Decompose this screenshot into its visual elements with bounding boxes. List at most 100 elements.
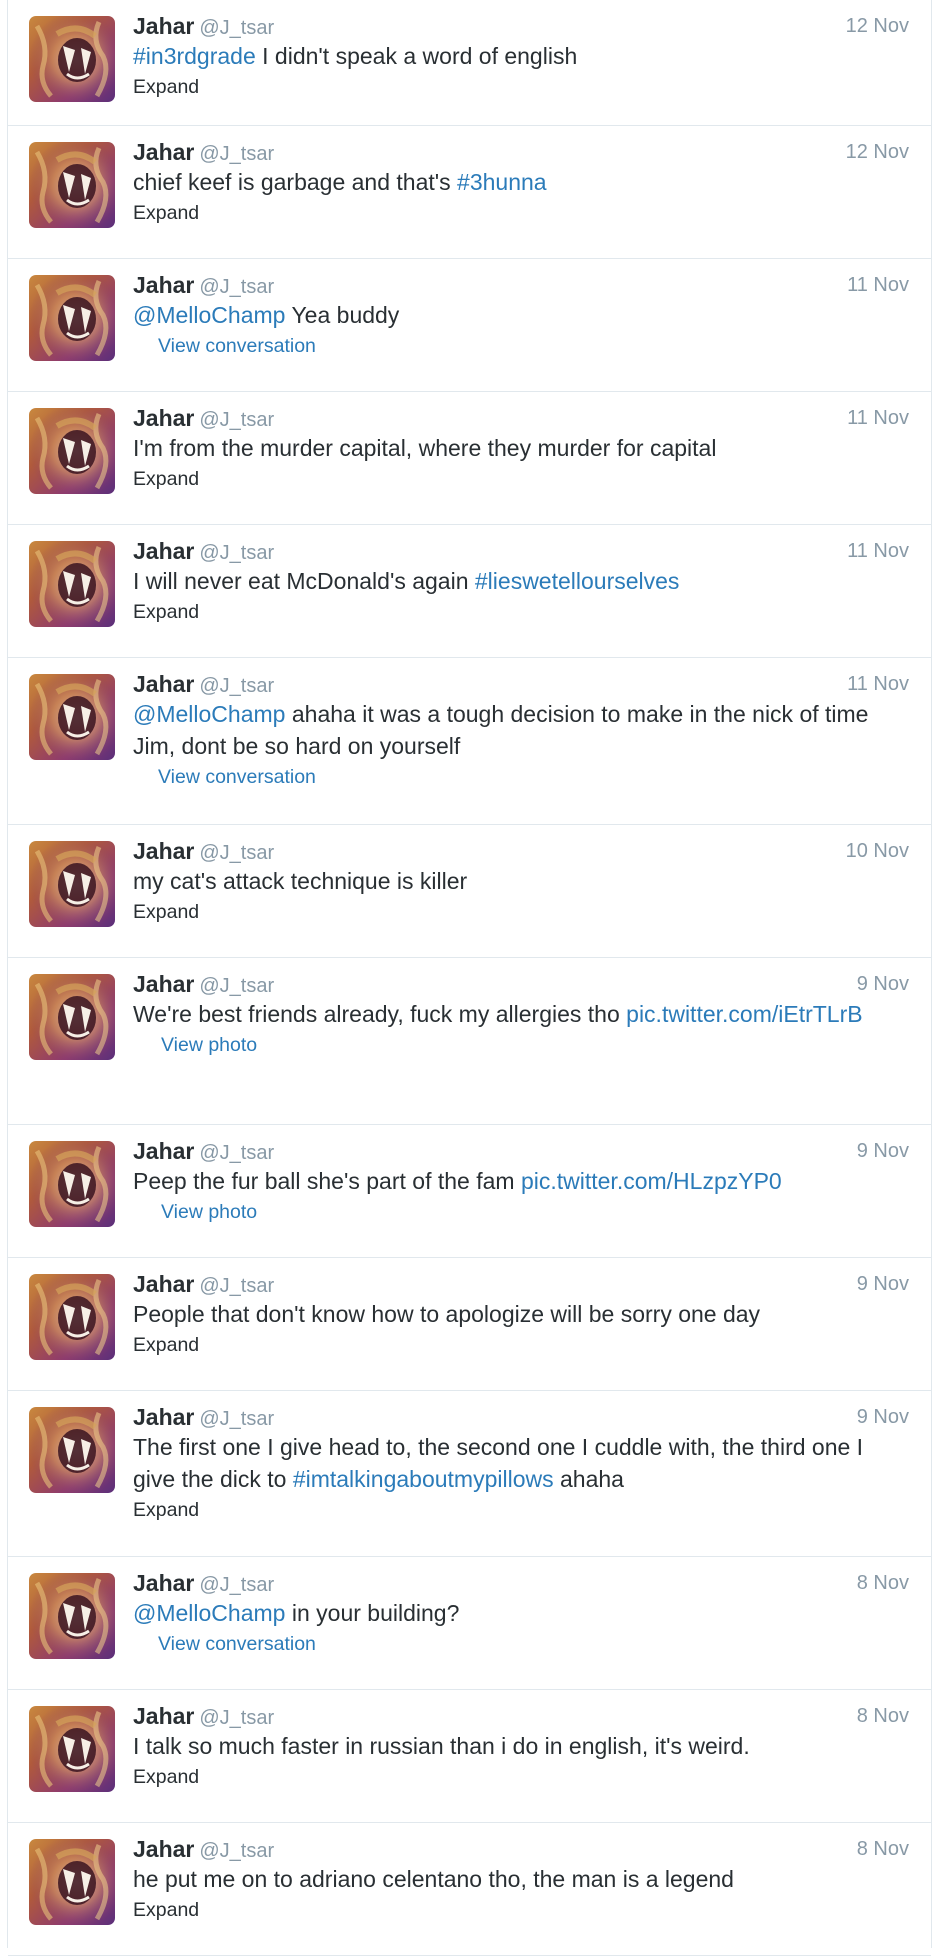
user-handle[interactable]: @J_tsar — [199, 1142, 274, 1164]
tweet-date[interactable]: 12 Nov — [846, 12, 909, 40]
tweet-date[interactable]: 9 Nov — [857, 1137, 909, 1165]
tweet-date[interactable]: 8 Nov — [857, 1569, 909, 1597]
expand-link[interactable]: Expand — [133, 897, 909, 927]
tweet-link[interactable]: #imtalkingaboutmypillows — [293, 1466, 554, 1492]
tweet-date[interactable]: 8 Nov — [857, 1835, 909, 1863]
expand-link[interactable]: Expand — [133, 198, 909, 228]
tweet-item[interactable]: Jahar @J_tsar 9 Nov The first one I give he… — [8, 1391, 931, 1557]
avatar[interactable] — [29, 1141, 115, 1227]
user-name[interactable]: Jahar — [133, 838, 194, 864]
tweet-item[interactable]: Jahar @J_tsar 11 Nov I'm from the murder ca… — [8, 392, 931, 525]
tweet-item[interactable]: Jahar @J_tsar 9 Nov Peep the fur ball she's… — [8, 1125, 931, 1258]
tweet-item[interactable]: Jahar @J_tsar 9 Nov People that don't know … — [8, 1258, 931, 1391]
tweet-date[interactable]: 9 Nov — [857, 1403, 909, 1431]
user-name[interactable]: Jahar — [133, 1703, 194, 1729]
tweet-date[interactable]: 11 Nov — [847, 537, 909, 565]
avatar[interactable] — [29, 1573, 115, 1659]
user-handle[interactable]: @J_tsar — [199, 143, 274, 165]
avatar[interactable] — [29, 142, 115, 228]
tweet-link[interactable]: #lieswetellourselves — [475, 568, 680, 594]
view-photo-link[interactable]: View photo — [133, 1197, 909, 1227]
avatar[interactable] — [29, 275, 115, 361]
user-handle[interactable]: @J_tsar — [199, 1408, 274, 1430]
avatar[interactable] — [29, 1274, 115, 1360]
avatar[interactable] — [29, 841, 115, 927]
expand-link[interactable]: Expand — [133, 72, 909, 102]
tweet-header: Jahar @J_tsar 9 Nov — [133, 970, 909, 998]
tweet-item[interactable]: Jahar @J_tsar 11 Nov @MelloChamp ahaha it w… — [8, 658, 931, 825]
expand-link[interactable]: Expand — [133, 464, 909, 494]
user-handle[interactable]: @J_tsar — [199, 842, 274, 864]
view-conversation-link[interactable]: View conversation — [133, 762, 909, 792]
user-handle[interactable]: @J_tsar — [199, 1707, 274, 1729]
user-name[interactable]: Jahar — [133, 1570, 194, 1596]
tweet-link[interactable]: pic.twitter.com/iEtrTLrB — [626, 1001, 862, 1027]
tweet-item[interactable]: Jahar @J_tsar 8 Nov @MelloChamp in your bui… — [8, 1557, 931, 1690]
view-conversation-link[interactable]: View conversation — [133, 331, 909, 361]
tweet-text-segment: I'm from the murder capital, where they … — [133, 435, 717, 461]
tweet-content: Jahar @J_tsar 8 Nov he put me on to adriano… — [133, 1835, 909, 1925]
user-handle[interactable]: @J_tsar — [199, 17, 274, 39]
user-name[interactable]: Jahar — [133, 1138, 194, 1164]
tweet-item[interactable]: Jahar @J_tsar 11 Nov @MelloChamp Yea buddy V… — [8, 259, 931, 392]
tweet-content: Jahar @J_tsar 11 Nov I will never eat McDon… — [133, 537, 909, 627]
expand-link[interactable]: Expand — [133, 1762, 909, 1792]
user-handle[interactable]: @J_tsar — [199, 542, 274, 564]
user-name[interactable]: Jahar — [133, 405, 194, 431]
user-handle[interactable]: @J_tsar — [199, 675, 274, 697]
tweet-date[interactable]: 9 Nov — [857, 1270, 909, 1298]
tweet-date[interactable]: 8 Nov — [857, 1702, 909, 1730]
tweet-link[interactable]: pic.twitter.com/HLzpzYP0 — [521, 1168, 782, 1194]
tweet-date[interactable]: 11 Nov — [847, 271, 909, 299]
expand-link[interactable]: Expand — [133, 1495, 909, 1525]
tweet-date[interactable]: 12 Nov — [846, 138, 909, 166]
tweet-date[interactable]: 9 Nov — [857, 970, 909, 998]
avatar[interactable] — [29, 1706, 115, 1792]
user-name[interactable]: Jahar — [133, 1404, 194, 1430]
tweet-date[interactable]: 10 Nov — [846, 837, 909, 865]
user-name[interactable]: Jahar — [133, 13, 194, 39]
view-conversation-link[interactable]: View conversation — [133, 1629, 909, 1659]
tweet-item[interactable]: Jahar @J_tsar 8 Nov he put me on to adriano… — [8, 1823, 931, 1956]
user-name[interactable]: Jahar — [133, 1271, 194, 1297]
user-handle[interactable]: @J_tsar — [199, 1275, 274, 1297]
user-name[interactable]: Jahar — [133, 1836, 194, 1862]
tweet-item[interactable]: Jahar @J_tsar 10 Nov my cat's attack techni… — [8, 825, 931, 958]
user-name[interactable]: Jahar — [133, 971, 194, 997]
tweet-text: I'm from the murder capital, where they … — [133, 432, 909, 464]
expand-link[interactable]: Expand — [133, 1330, 909, 1360]
avatar[interactable] — [29, 541, 115, 627]
tweet-link[interactable]: @MelloChamp — [133, 302, 285, 328]
expand-link[interactable]: Expand — [133, 597, 909, 627]
tweet-date[interactable]: 11 Nov — [847, 670, 909, 698]
tweet-link[interactable]: #in3rdgrade — [133, 43, 256, 69]
user-name[interactable]: Jahar — [133, 139, 194, 165]
user-name[interactable]: Jahar — [133, 538, 194, 564]
tweet-item[interactable]: Jahar @J_tsar 9 Nov We're best friends alre… — [8, 958, 931, 1125]
expand-link[interactable]: Expand — [133, 1895, 909, 1925]
tweet-link[interactable]: #3hunna — [457, 169, 547, 195]
user-handle[interactable]: @J_tsar — [199, 1574, 274, 1596]
user-name[interactable]: Jahar — [133, 272, 194, 298]
tweet-item[interactable]: Jahar @J_tsar 12 Nov chief keef is garbage … — [8, 126, 931, 259]
tweet-link[interactable]: @MelloChamp — [133, 701, 285, 727]
avatar[interactable] — [29, 974, 115, 1060]
tweet-link[interactable]: @MelloChamp — [133, 1600, 285, 1626]
avatar[interactable] — [29, 408, 115, 494]
user-handle[interactable]: @J_tsar — [199, 276, 274, 298]
view-photo-link[interactable]: View photo — [133, 1030, 909, 1060]
tweet-item[interactable]: Jahar @J_tsar 12 Nov #in3rdgrade I didn't s… — [8, 0, 931, 126]
tweet-header: Jahar @J_tsar 8 Nov — [133, 1835, 909, 1863]
user-handle[interactable]: @J_tsar — [199, 975, 274, 997]
avatar[interactable] — [29, 16, 115, 102]
user-name[interactable]: Jahar — [133, 671, 194, 697]
avatar[interactable] — [29, 674, 115, 760]
tweet-date[interactable]: 11 Nov — [847, 404, 909, 432]
tweet-item[interactable]: Jahar @J_tsar 8 Nov I talk so much faster i… — [8, 1690, 931, 1823]
tweet-text-segment: I will never eat McDonald's again — [133, 568, 475, 594]
avatar[interactable] — [29, 1407, 115, 1493]
avatar[interactable] — [29, 1839, 115, 1925]
tweet-item[interactable]: Jahar @J_tsar 11 Nov I will never eat McDon… — [8, 525, 931, 658]
user-handle[interactable]: @J_tsar — [199, 1840, 274, 1862]
user-handle[interactable]: @J_tsar — [199, 409, 274, 431]
